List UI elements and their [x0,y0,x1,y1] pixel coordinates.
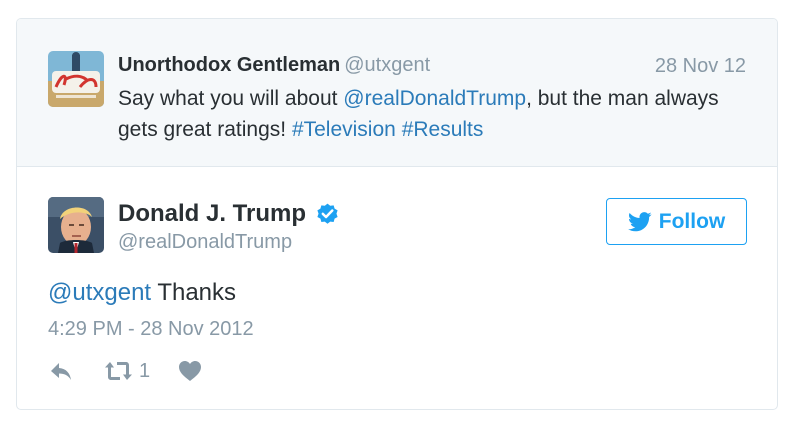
author-handle[interactable]: @realDonaldTrump [118,231,292,254]
follow-button[interactable]: Follow [606,198,747,245]
hashtag-link-results[interactable]: #Results [402,118,484,141]
tweet-text: @utxgent Thanks [48,279,236,307]
retweet-button[interactable]: 1 [74,360,150,383]
parent-header: Unorthodox Gentleman @utxgent [118,53,430,77]
reply-button[interactable] [48,359,74,383]
parent-display-name[interactable]: Unorthodox Gentleman [118,54,340,76]
profile-avatar-icon [48,51,104,107]
tweet-timestamp[interactable]: 4:29 PM - 28 Nov 2012 [48,318,254,341]
embedded-tweet-card: Unorthodox Gentleman @utxgent 28 Nov 12 S… [16,18,778,410]
parent-handle[interactable]: @utxgent [344,54,430,76]
reply-icon [51,363,71,380]
retweet-icon [105,362,132,380]
twitter-bird-icon [627,211,652,231]
mention-link[interactable]: @utxgent [48,279,151,306]
like-button[interactable] [150,360,202,382]
mention-link[interactable]: @realDonaldTrump [343,87,526,110]
parent-text-segment: Say what you will about [118,87,344,110]
parent-date[interactable]: 28 Nov 12 [655,55,746,78]
parent-tweet-text: Say what you will about @realDonaldTrump… [118,83,748,145]
tweet-actions: 1 [48,359,202,383]
tweet-text-segment: Thanks [151,279,237,306]
author-avatar[interactable] [48,197,104,253]
hashtag-link-television[interactable]: #Television [292,118,396,141]
profile-avatar-icon [48,197,104,253]
retweet-count: 1 [139,359,151,382]
verified-badge-icon [317,203,338,224]
heart-icon [179,361,202,381]
parent-avatar[interactable] [48,51,104,107]
author-name-row: Donald J. Trump [118,200,340,228]
follow-button-label: Follow [658,209,726,233]
parent-tweet[interactable]: Unorthodox Gentleman @utxgent 28 Nov 12 S… [17,19,777,167]
author-display-name[interactable]: Donald J. Trump [118,200,306,228]
